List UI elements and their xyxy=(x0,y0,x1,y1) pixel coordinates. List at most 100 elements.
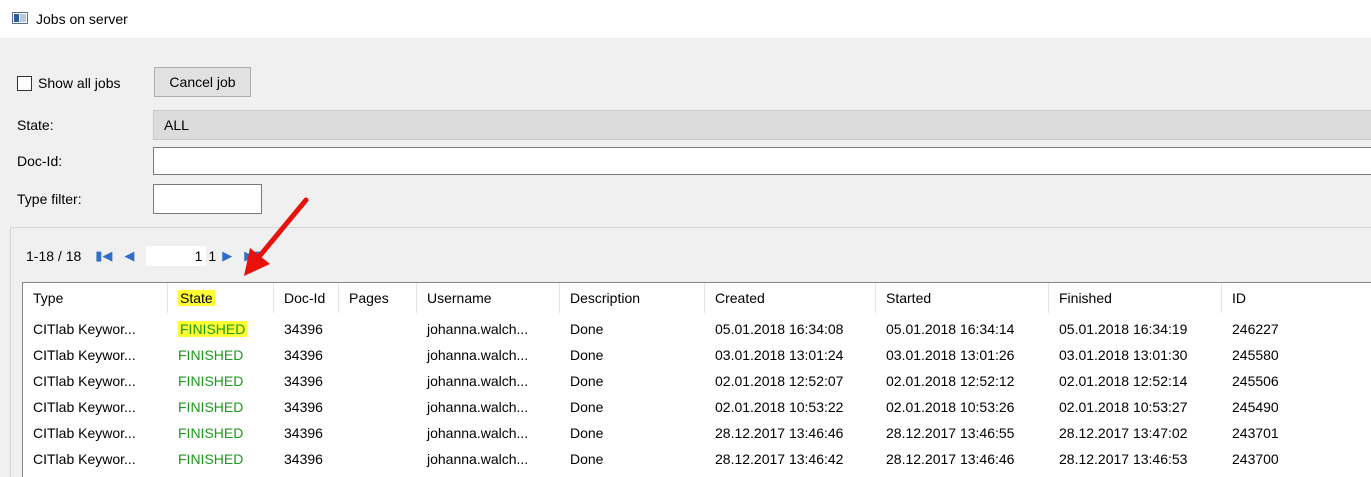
state-select[interactable]: ALL xyxy=(153,110,1371,140)
cell-type: CITlab Keywor... xyxy=(33,399,136,415)
cell-created: 02.01.2018 12:52:07 xyxy=(715,373,844,389)
col-header-finished[interactable]: Finished xyxy=(1049,283,1222,313)
col-header-docid[interactable]: Doc-Id xyxy=(274,283,339,313)
arrow-shaft xyxy=(255,197,309,261)
cell-pages xyxy=(339,342,417,368)
cell-state: FINISHED xyxy=(178,347,244,363)
cell-docid: 34396 xyxy=(284,399,323,415)
cell-id: 243700 xyxy=(1232,451,1279,467)
col-header-created[interactable]: Created xyxy=(705,283,876,313)
cell-state: FINISHED xyxy=(178,373,244,389)
cell-created: 02.01.2018 10:53:22 xyxy=(715,399,844,415)
cell-username: johanna.walch... xyxy=(427,425,529,441)
cell-finished: 28.12.2017 13:46:53 xyxy=(1059,451,1188,467)
cell-docid: 34396 xyxy=(284,347,323,363)
red-arrow-annotation xyxy=(244,197,309,276)
arrow-head xyxy=(244,248,270,276)
cell-docid: 34396 xyxy=(284,451,323,467)
cell-finished: 28.12.2017 13:47:02 xyxy=(1059,425,1188,441)
next-page-icon[interactable]: ▶ xyxy=(222,249,232,264)
cell-description: Done xyxy=(570,373,604,389)
page-total: 1 xyxy=(208,248,217,264)
cell-id: 245506 xyxy=(1232,373,1279,389)
cell-pages xyxy=(339,420,417,446)
cell-finished: 02.01.2018 12:52:14 xyxy=(1059,373,1188,389)
first-page-icon[interactable]: ▮◀ xyxy=(95,249,112,264)
table-row[interactable]: CITlab Keywor... FINISHED 34396 johanna.… xyxy=(23,446,1371,472)
jobs-table[interactable]: Type State Doc-Id Pages Username Descrip… xyxy=(22,282,1371,477)
cell-finished: 05.01.2018 16:34:19 xyxy=(1059,321,1188,337)
cell-id: 245490 xyxy=(1232,399,1279,415)
col-header-id[interactable]: ID xyxy=(1222,283,1371,313)
cell-type: CITlab Keywor... xyxy=(33,425,136,441)
col-header-pages[interactable]: Pages xyxy=(339,283,417,313)
window-title: Jobs on server xyxy=(36,11,128,27)
cell-docid: 34396 xyxy=(284,321,323,337)
state-value: ALL xyxy=(164,117,189,133)
cell-created: 03.01.2018 13:01:24 xyxy=(715,347,844,363)
cell-username: johanna.walch... xyxy=(427,451,529,467)
title-bar: Jobs on server xyxy=(0,0,1371,38)
cell-type: CITlab Keywor... xyxy=(33,321,136,337)
cell-state: FINISHED xyxy=(168,316,274,342)
cell-created: 05.01.2018 16:34:08 xyxy=(715,321,844,337)
prev-page-icon[interactable]: ◀ xyxy=(124,249,134,264)
window-icon xyxy=(12,12,28,24)
table-row[interactable]: CITlab Keywor... FINISHED 34396 johanna.… xyxy=(23,316,1371,342)
cell-description: Done xyxy=(570,425,604,441)
cell-username: johanna.walch... xyxy=(427,399,529,415)
cell-id: 245580 xyxy=(1232,347,1279,363)
cell-state: FINISHED xyxy=(178,451,244,467)
table-row[interactable]: CITlab Keywor... FINISHED 34396 johanna.… xyxy=(23,342,1371,368)
cell-pages xyxy=(339,394,417,420)
cell-created: 28.12.2017 13:46:46 xyxy=(715,425,844,441)
type-filter-label: Type filter: xyxy=(17,191,82,207)
show-all-jobs-checkbox[interactable]: Show all jobs xyxy=(17,73,121,93)
cell-started: 28.12.2017 13:46:55 xyxy=(886,425,1015,441)
cell-state: FINISHED xyxy=(178,425,244,441)
cell-description: Done xyxy=(570,451,604,467)
cell-started: 02.01.2018 10:53:26 xyxy=(886,399,1015,415)
pager-count: 1-18 / 18 xyxy=(26,248,82,264)
cell-started: 05.01.2018 16:34:14 xyxy=(886,321,1015,337)
cell-finished: 02.01.2018 10:53:27 xyxy=(1059,399,1188,415)
cell-description: Done xyxy=(570,347,604,363)
cell-started: 02.01.2018 12:52:12 xyxy=(886,373,1015,389)
table-row[interactable]: CITlab Keywor... FINISHED 34396 johanna.… xyxy=(23,368,1371,394)
cell-docid: 34396 xyxy=(284,425,323,441)
docid-label: Doc-Id: xyxy=(17,153,63,169)
cell-type: CITlab Keywor... xyxy=(33,451,136,467)
col-header-started[interactable]: Started xyxy=(876,283,1049,313)
cell-description: Done xyxy=(570,399,604,415)
cell-type: CITlab Keywor... xyxy=(33,347,136,363)
checkbox-box[interactable] xyxy=(17,75,32,91)
cell-type: CITlab Keywor... xyxy=(33,373,136,389)
table-row[interactable]: CITlab Keywor... FINISHED 34396 johanna.… xyxy=(23,394,1371,420)
cancel-job-button[interactable]: Cancel job xyxy=(154,67,251,97)
cell-docid: 34396 xyxy=(284,373,323,389)
col-header-description[interactable]: Description xyxy=(560,283,705,313)
cell-state: FINISHED xyxy=(178,399,244,415)
cell-id: 246227 xyxy=(1232,321,1279,337)
pager: 1-18 / 18 ▮◀ ◀ 1 1 ▶ ▶▮ xyxy=(26,245,273,267)
cell-finished: 03.01.2018 13:01:30 xyxy=(1059,347,1188,363)
cell-pages xyxy=(339,368,417,394)
col-header-username[interactable]: Username xyxy=(417,283,560,313)
docid-input[interactable] xyxy=(153,147,1371,175)
state-highlight: FINISHED xyxy=(178,321,248,337)
state-label: State: xyxy=(17,117,54,133)
col-header-type[interactable]: Type xyxy=(23,283,168,313)
table-row[interactable]: CITlab Keywor... FINISHED 34396 johanna.… xyxy=(23,420,1371,446)
cell-username: johanna.walch... xyxy=(427,321,529,337)
cell-started: 03.01.2018 13:01:26 xyxy=(886,347,1015,363)
page-input[interactable]: 1 xyxy=(146,246,207,266)
cell-username: johanna.walch... xyxy=(427,347,529,363)
state-header-highlight: State xyxy=(178,290,215,306)
col-header-state[interactable]: State xyxy=(168,283,274,313)
show-all-jobs-label: Show all jobs xyxy=(38,75,121,91)
cell-id: 243701 xyxy=(1232,425,1279,441)
cell-description: Done xyxy=(570,321,604,337)
cell-pages xyxy=(339,316,417,342)
cell-created: 28.12.2017 13:46:42 xyxy=(715,451,844,467)
table-header: Type State Doc-Id Pages Username Descrip… xyxy=(23,283,1371,313)
